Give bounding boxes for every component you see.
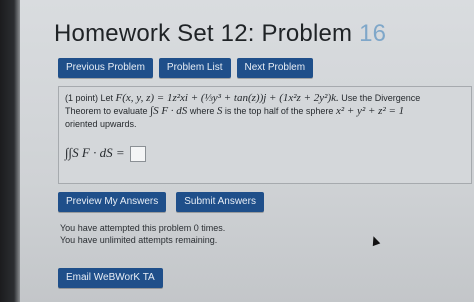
monitor-bezel	[0, 0, 20, 302]
problem-nav: Previous Problem Problem List Next Probl…	[58, 58, 314, 78]
sphere-equation: x² + y² + z² = 1	[335, 105, 405, 117]
preview-answers-button[interactable]: Preview My Answers	[58, 192, 167, 212]
where-text: where	[189, 106, 215, 116]
instruction-2: Theorem to evaluate	[65, 106, 148, 116]
problem-intro: (1 point) Let	[65, 93, 114, 103]
orientation-text: oriented upwards.	[65, 119, 137, 129]
next-problem-button[interactable]: Next Problem	[236, 58, 314, 78]
surface-var: S	[216, 105, 223, 117]
attempts-line-2: You have unlimited attempts remaining.	[60, 235, 218, 245]
surface-desc: is the top half of the sphere	[224, 106, 334, 116]
page-title: Homework Set 12: Problem 16	[54, 20, 386, 48]
submit-answers-button[interactable]: Submit Answers	[176, 192, 264, 212]
problem-box: (1 point) Let F(x, y, z) = 1z²xi + (⅓y³ …	[58, 86, 472, 184]
screen: Homework Set 12: Problem 16 Previous Pro…	[0, 0, 474, 302]
surface-integral: ∫S F · dS	[150, 105, 188, 117]
attempt-info: You have attempted this problem 0 times.…	[60, 222, 225, 246]
answer-label: ∫∫S F · dS =	[65, 145, 125, 160]
problem-statement: (1 point) Let F(x, y, z) = 1z²xi + (⅓y³ …	[65, 92, 465, 131]
previous-problem-button[interactable]: Previous Problem	[58, 58, 153, 78]
main-content: Homework Set 12: Problem 16 Previous Pro…	[52, 0, 472, 302]
answer-actions: Preview My Answers Submit Answers	[58, 192, 264, 212]
attempts-line-1: You have attempted this problem 0 times.	[60, 223, 226, 233]
answer-row: ∫∫S F · dS =	[65, 145, 146, 163]
email-ta-container: Email WeBWorK TA	[58, 268, 163, 288]
mouse-cursor-icon	[369, 234, 381, 247]
page-title-text: Homework Set 12: Problem	[54, 20, 353, 47]
problem-number: 16	[359, 20, 387, 47]
email-ta-button[interactable]: Email WeBWorK TA	[58, 268, 163, 288]
instruction-1: Use the Divergence	[341, 93, 421, 103]
problem-list-button[interactable]: Problem List	[158, 58, 231, 78]
answer-input[interactable]	[129, 146, 146, 163]
vector-field: F(x, y, z) = 1z²xi + (⅓y³ + tan(z))j + (…	[115, 92, 339, 104]
